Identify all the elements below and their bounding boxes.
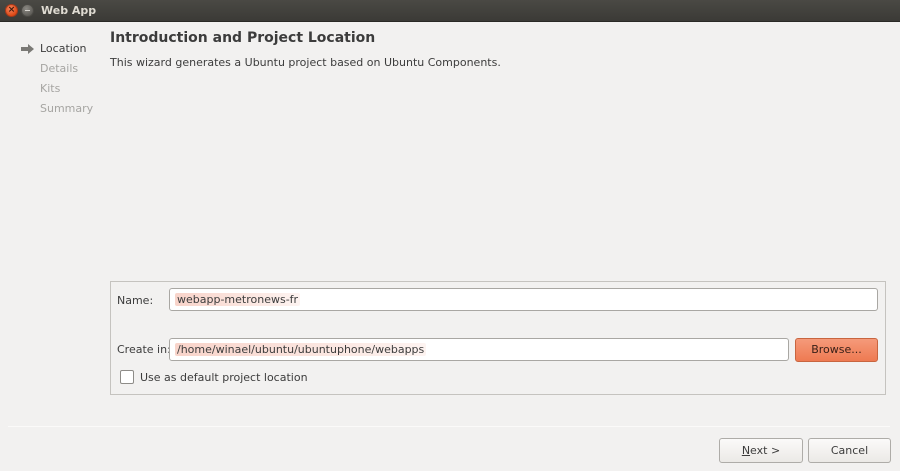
nav-step-location: Location — [20, 42, 93, 62]
page-description: This wizard generates a Ubuntu project b… — [110, 56, 501, 69]
nav-step-summary: Summary — [20, 102, 93, 122]
default-location-checkbox[interactable] — [120, 370, 134, 384]
nav-step-label: Kits — [40, 82, 61, 95]
nav-step-kits: Kits — [20, 82, 93, 102]
create-in-input-value: /home/winael/ubuntu/ubuntuphone/webapps — [175, 343, 427, 356]
next-label: ext > — [750, 444, 781, 457]
nav-step-details: Details — [20, 62, 93, 82]
page-title: Introduction and Project Location — [110, 30, 376, 46]
create-in-label: Create in: — [117, 343, 171, 356]
next-button[interactable]: Next > — [719, 438, 803, 463]
window-minimize-button[interactable] — [21, 4, 34, 17]
next-mnemonic: N — [741, 444, 751, 457]
name-input[interactable]: webapp-metronews-fr — [169, 288, 878, 311]
title-bar: × Web App — [0, 0, 900, 22]
wizard-steps-nav: Location Details Kits Summary — [20, 42, 93, 122]
nav-step-label: Summary — [40, 102, 94, 115]
cancel-button[interactable]: Cancel — [808, 438, 891, 463]
current-step-arrow-icon — [21, 44, 34, 54]
create-in-input[interactable]: /home/winael/ubuntu/ubuntuphone/webapps — [169, 338, 789, 361]
name-label: Name: — [117, 294, 154, 307]
nav-step-label: Details — [40, 62, 79, 75]
name-input-value: webapp-metronews-fr — [175, 293, 301, 306]
default-location-label: Use as default project location — [140, 371, 308, 384]
nav-step-label: Location — [40, 42, 87, 55]
footer-divider — [8, 426, 890, 427]
window-close-button[interactable]: × — [5, 4, 18, 17]
window-title: Web App — [41, 4, 97, 17]
browse-button[interactable]: Browse... — [795, 338, 878, 362]
